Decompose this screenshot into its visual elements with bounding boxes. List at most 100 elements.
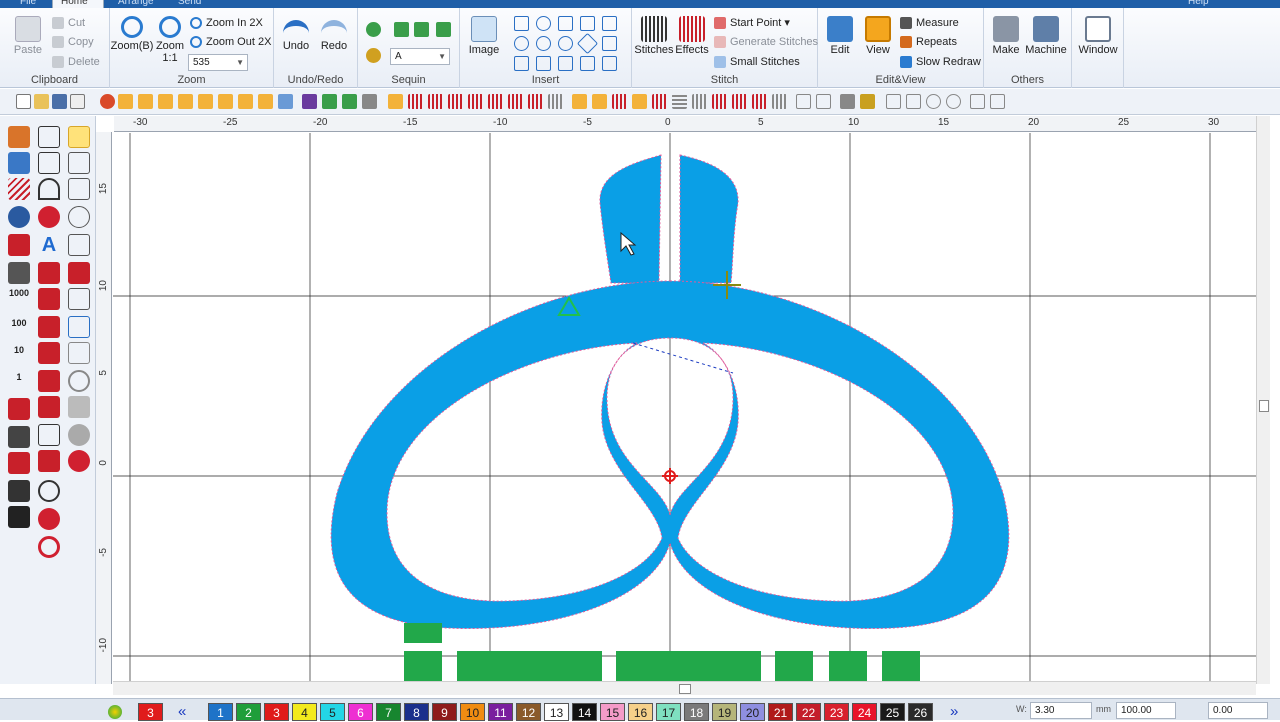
select-shape-icon[interactable] — [100, 94, 115, 109]
help-menu[interactable]: Help — [1180, 0, 1217, 8]
width-input[interactable]: 3.30 — [1030, 702, 1092, 719]
palette-color-22[interactable]: 22 — [796, 703, 821, 721]
green-bar[interactable] — [616, 651, 761, 681]
tab-send[interactable]: Send — [170, 0, 209, 8]
tool-f-icon[interactable] — [218, 94, 233, 109]
tool-am-icon[interactable] — [990, 94, 1005, 109]
tool-ad-icon[interactable] — [712, 94, 727, 109]
zigzag-tool-icon[interactable] — [8, 178, 30, 200]
tool-al-icon[interactable] — [970, 94, 985, 109]
circle-stamp-icon[interactable] — [38, 508, 60, 530]
effects-button[interactable]: Effects — [670, 16, 714, 56]
tool-t-icon[interactable] — [508, 94, 523, 109]
tool-p-icon[interactable] — [428, 94, 443, 109]
palette-color-25[interactable]: 25 — [880, 703, 905, 721]
tool-j-icon[interactable] — [302, 94, 317, 109]
cut-tool-icon[interactable] — [8, 426, 30, 448]
select-arrow-icon[interactable] — [68, 126, 90, 148]
eyedropper-icon[interactable] — [68, 316, 90, 338]
step-1-label[interactable]: 1 — [8, 372, 30, 382]
frame-tool-icon[interactable] — [68, 342, 90, 364]
sequin-tool-1-icon[interactable] — [366, 22, 381, 37]
save-file-icon[interactable] — [52, 94, 67, 109]
m-tool-icon[interactable] — [38, 450, 60, 472]
shape-tool-icon[interactable] — [38, 126, 60, 148]
palette-color-26[interactable]: 26 — [908, 703, 933, 721]
palette-color-13[interactable]: 13 — [544, 703, 569, 721]
vertical-scroll-thumb[interactable] — [1259, 400, 1269, 412]
zoom-in-button[interactable]: Zoom In 2X — [188, 14, 263, 32]
small-stitches-button[interactable]: Small Stitches — [712, 53, 800, 71]
hexagon2-tool-icon[interactable] — [68, 370, 90, 392]
tool-af-icon[interactable] — [752, 94, 767, 109]
stitch-edit-icon[interactable] — [68, 262, 90, 284]
auto-digitize-icon[interactable] — [8, 126, 30, 148]
copy-button[interactable]: Copy — [50, 33, 94, 51]
square-tool-icon[interactable] — [536, 56, 551, 71]
cut-button[interactable]: Cut — [50, 14, 85, 32]
lock-icon[interactable] — [840, 94, 855, 109]
tool-g-icon[interactable] — [238, 94, 253, 109]
arc2-tool-icon[interactable] — [536, 36, 551, 51]
rotate-right-icon[interactable] — [946, 94, 961, 109]
arc-tool-icon[interactable] — [514, 36, 529, 51]
scissors-tool-icon[interactable] — [8, 262, 30, 284]
tool-v-icon[interactable] — [548, 94, 563, 109]
rotate-left-icon[interactable] — [926, 94, 941, 109]
slow-redraw-button[interactable]: Slow Redraw — [898, 53, 981, 71]
palette-color-9[interactable]: 9 — [432, 703, 457, 721]
point-select-icon[interactable] — [68, 152, 90, 174]
step-1000-label[interactable]: 1000 — [8, 288, 30, 298]
sequin-select[interactable]: A ▼ — [390, 48, 450, 65]
palette-color-14[interactable]: 14 — [572, 703, 597, 721]
palette-color-10[interactable]: 10 — [460, 703, 485, 721]
pan-hand-icon[interactable] — [68, 206, 90, 228]
palette-color-15[interactable]: 15 — [600, 703, 625, 721]
horizontal-scroll-thumb[interactable] — [679, 684, 691, 694]
palette-settings-icon[interactable] — [108, 705, 122, 719]
tool-s-icon[interactable] — [488, 94, 503, 109]
reshape-icon[interactable] — [68, 234, 90, 256]
node-edit-icon[interactable] — [68, 178, 90, 200]
sequin-color-icon[interactable] — [366, 48, 381, 63]
delete-button[interactable]: Delete — [50, 53, 100, 71]
sequin-tool-2-icon[interactable] — [394, 22, 409, 37]
percent-input[interactable]: 100.00 — [1116, 702, 1176, 719]
tool-d-icon[interactable] — [178, 94, 193, 109]
tool-ah-icon[interactable] — [796, 94, 811, 109]
group-tool-icon[interactable] — [8, 152, 30, 174]
tab-arrange[interactable]: Arrange — [110, 0, 162, 8]
rectangle-tool-icon[interactable] — [558, 16, 573, 31]
palette-color-7[interactable]: 7 — [376, 703, 401, 721]
triangle-tool-icon[interactable] — [580, 16, 595, 31]
horizontal-scrollbar[interactable] — [113, 681, 1256, 695]
satin-tool-icon[interactable] — [38, 342, 60, 364]
lock-alt-icon[interactable] — [860, 94, 875, 109]
palette-color-16[interactable]: 16 — [628, 703, 653, 721]
height-input[interactable]: 0.00 — [1208, 702, 1268, 719]
flower-stamp-icon[interactable] — [38, 536, 60, 558]
tool-ac-icon[interactable] — [692, 94, 707, 109]
move-tool-icon[interactable] — [8, 506, 30, 528]
trim-tool-icon[interactable] — [8, 234, 30, 256]
tool-aa-icon[interactable] — [652, 94, 667, 109]
jump-tool-icon[interactable] — [8, 480, 30, 502]
tool-o-icon[interactable] — [408, 94, 423, 109]
palette-color-1[interactable]: 1 — [208, 703, 233, 721]
palette-color-12[interactable]: 12 — [516, 703, 541, 721]
tool-c-icon[interactable] — [158, 94, 173, 109]
spiral-tool-icon[interactable] — [558, 36, 573, 51]
vertical-scrollbar[interactable] — [1256, 116, 1270, 684]
tool-ai-icon[interactable] — [816, 94, 831, 109]
tool-r-icon[interactable] — [468, 94, 483, 109]
sequin-tool-icon[interactable] — [68, 396, 90, 418]
zigzag2-tool-icon[interactable] — [38, 262, 60, 284]
green-bar[interactable] — [457, 651, 602, 681]
tool-i-icon[interactable] — [278, 94, 293, 109]
measure-button[interactable]: Measure — [898, 14, 959, 32]
generate-stitches-button[interactable]: Generate Stitches — [712, 33, 818, 51]
tool-x-icon[interactable] — [592, 94, 607, 109]
machine-button[interactable]: Machine — [1024, 16, 1068, 56]
tool-ab-icon[interactable] — [672, 94, 687, 109]
stop-hand-icon[interactable] — [68, 450, 90, 472]
